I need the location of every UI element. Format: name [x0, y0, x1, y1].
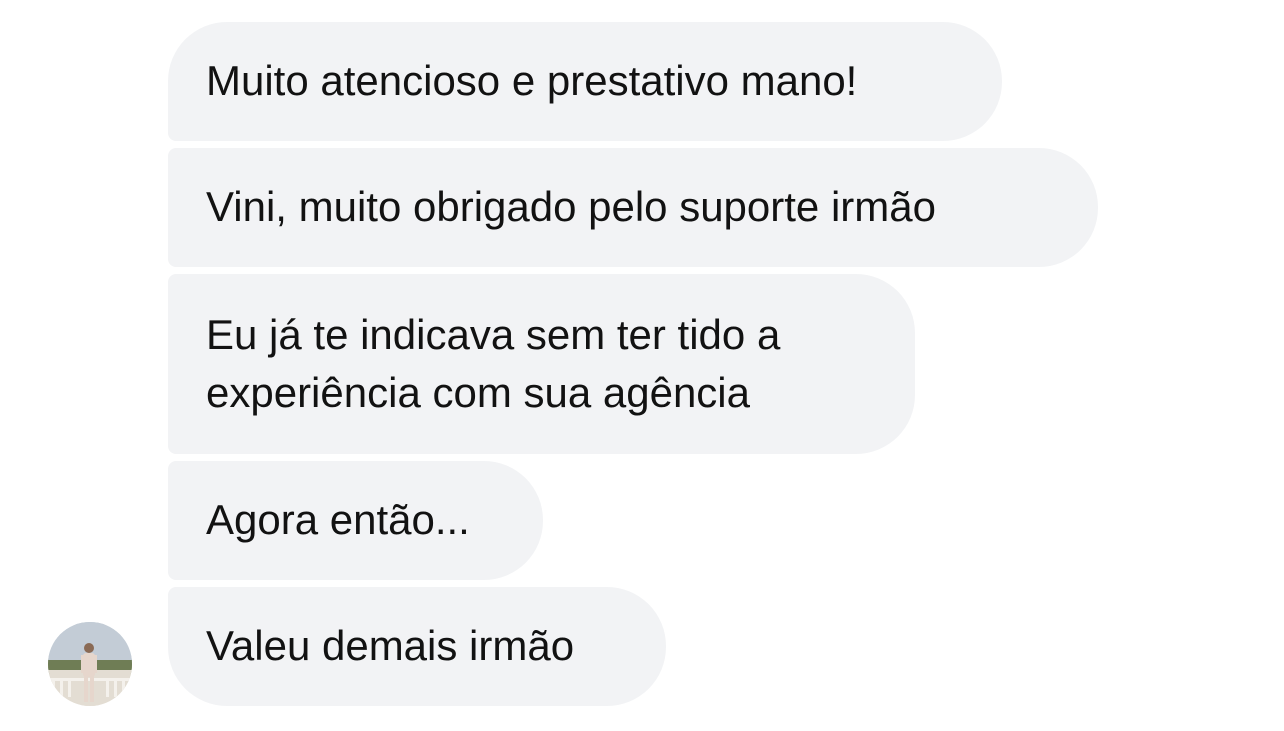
message-text: Vini, muito obrigado pelo suporte irmão — [206, 183, 936, 230]
message-text: Valeu demais irmão — [206, 622, 575, 669]
message-thread: Muito atencioso e prestativo mano! Vini,… — [0, 0, 1284, 731]
message-text: Agora então... — [206, 496, 470, 543]
message-bubble[interactable]: Muito atencioso e prestativo mano! — [168, 22, 1002, 141]
sender-avatar[interactable] — [48, 622, 132, 706]
message-bubble[interactable]: Valeu demais irmão — [168, 587, 666, 706]
message-text: Muito atencioso e prestativo mano! — [206, 57, 858, 104]
message-bubble[interactable]: Agora então... — [168, 461, 543, 580]
message-bubble[interactable]: Eu já te indicava sem ter tido a experiê… — [168, 274, 915, 454]
message-bubble[interactable]: Vini, muito obrigado pelo suporte irmão — [168, 148, 1098, 267]
person-avatar-icon — [48, 622, 132, 706]
message-text: Eu já te indicava sem ter tido a experiê… — [206, 311, 781, 416]
